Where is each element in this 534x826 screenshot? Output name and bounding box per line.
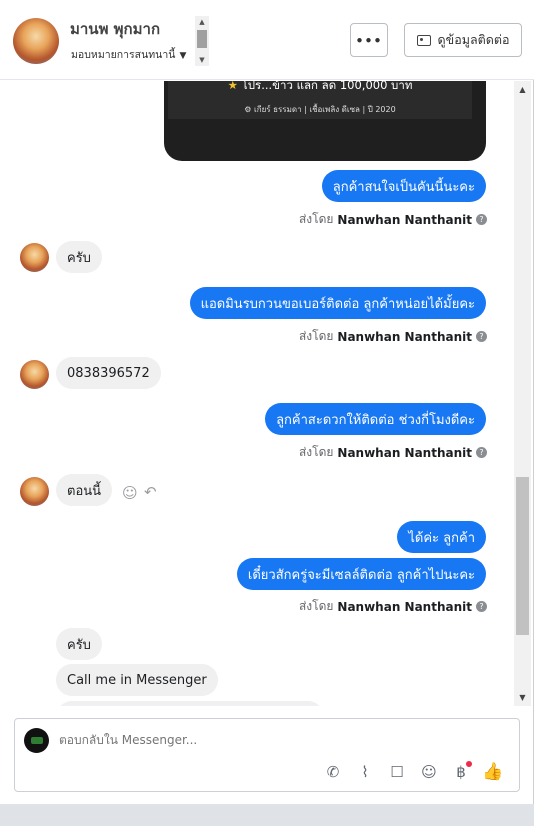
smile-icon[interactable]: ☺ (122, 484, 138, 502)
sent-by-label: ส่งโดย Nanwhan Nanthanit? (299, 443, 487, 462)
notification-dot (466, 761, 472, 767)
contact-avatar-small[interactable] (20, 477, 49, 506)
help-icon[interactable]: ? (476, 214, 487, 225)
assign-label: มอบหมายการสนทนานี้ (71, 49, 176, 61)
outgoing-message[interactable]: ลูกค้าสะดวกให้ติดต่อ ช่วงกี่โมงดีคะ (265, 403, 486, 435)
assign-conversation-dropdown[interactable]: มอบหมายการสนทนานี้ ▼ (71, 46, 186, 63)
help-icon[interactable]: ? (476, 447, 487, 458)
help-icon[interactable]: ? (476, 331, 487, 342)
incoming-message[interactable]: Call me in Messenger (56, 664, 218, 696)
outgoing-message[interactable]: แอดมินรบกวนขอเบอร์ติดต่อ ลูกค้าหน่อยได้ม… (189, 287, 486, 319)
more-options-button[interactable]: ••• (350, 23, 388, 57)
sent-by-label: ส่งโดย Nanwhan Nanthanit? (299, 327, 487, 346)
outgoing-message[interactable]: เดี๋ยวสักครู่จะมีเซลล์ติดต่อ ลูกค้าไปนะค… (236, 558, 486, 590)
star-icon: ★ (227, 81, 242, 92)
thread-scrollbar[interactable]: ▲ ▼ (514, 81, 531, 706)
scroll-thumb[interactable] (516, 477, 529, 635)
contact-card-icon (416, 34, 431, 46)
assign-scrollbar[interactable]: ▲ ▼ (195, 16, 209, 66)
view-contact-label: ดูข้อมูลติดต่อ (437, 32, 510, 47)
chat-bubble-icon[interactable]: ☐ (381, 761, 413, 783)
scroll-up-arrow-icon[interactable]: ▲ (195, 17, 209, 27)
outgoing-message[interactable]: ได้ค่ะ ลูกค้า (397, 521, 486, 553)
baht-icon[interactable]: ฿ (445, 761, 477, 783)
view-contact-button[interactable]: ดูข้อมูลติดต่อ (404, 23, 522, 57)
thumbs-up-icon[interactable]: 👍 (477, 761, 509, 783)
phone-icon[interactable]: ✆ (317, 761, 349, 783)
reply-input[interactable] (59, 733, 499, 747)
more-dots-icon: ••• (355, 32, 383, 48)
outgoing-message[interactable]: ลูกค้าสนใจเป็นคันนี้นะคะ (321, 170, 486, 202)
contact-name[interactable]: มานพ พุกมาก (70, 17, 160, 41)
message-thread[interactable]: ★ โปร...ข้าว แลก ลด 100,000 บาท ⚙ เกียร์… (0, 81, 514, 706)
contact-avatar[interactable] (13, 18, 59, 64)
incoming-message[interactable]: ครับ (56, 628, 102, 660)
paperclip-icon[interactable]: ⌇ (349, 761, 381, 783)
scroll-up-arrow-icon[interactable]: ▲ (514, 85, 531, 94)
incoming-message[interactable]: ครับ (56, 241, 102, 273)
sent-by-label: ส่งโดย Nanwhan Nanthanit? (299, 210, 487, 229)
caret-down-icon: ▼ (179, 51, 187, 61)
contact-avatar-small[interactable] (20, 243, 49, 272)
smile-icon[interactable]: ☺ (413, 761, 445, 783)
promo-image-card[interactable]: ★ โปร...ข้าว แลก ลด 100,000 บาท ⚙ เกียร์… (164, 81, 486, 161)
page-avatar (24, 728, 49, 753)
scroll-thumb[interactable] (197, 30, 207, 48)
incoming-message-partial[interactable] (56, 701, 324, 706)
incoming-message[interactable]: ตอนนี้ (56, 474, 113, 506)
conversation-header: มานพ พุกมาก มอบหมายการสนทนานี้ ▼ ▲ ▼ ••• … (0, 0, 534, 80)
promo-image: ★ โปร...ข้าว แลก ลด 100,000 บาท ⚙ เกียร์… (168, 81, 472, 119)
scroll-down-arrow-icon[interactable]: ▼ (514, 693, 531, 702)
promo-specs: ⚙ เกียร์ ธรรมดา | เชื้อเพลิง ดีเซล | ปี … (244, 105, 396, 114)
promo-headline: โปร...ข้าว แลก ลด 100,000 บาท (241, 81, 413, 92)
contact-avatar-small[interactable] (20, 360, 49, 389)
conversation-panel: มานพ พุกมาก มอบหมายการสนทนานี้ ▼ ▲ ▼ ••• … (0, 0, 534, 804)
sent-by-label: ส่งโดย Nanwhan Nanthanit? (299, 597, 487, 616)
scroll-down-arrow-icon[interactable]: ▼ (195, 55, 209, 65)
incoming-message[interactable]: 0838396572 (56, 357, 161, 389)
reply-icon[interactable]: ↶ (144, 483, 157, 501)
composer-toolbar: ✆ ⌇ ☐ ☺ ฿ 👍 (317, 761, 509, 783)
reply-composer: ✆ ⌇ ☐ ☺ ฿ 👍 (14, 718, 520, 792)
help-icon[interactable]: ? (476, 601, 487, 612)
